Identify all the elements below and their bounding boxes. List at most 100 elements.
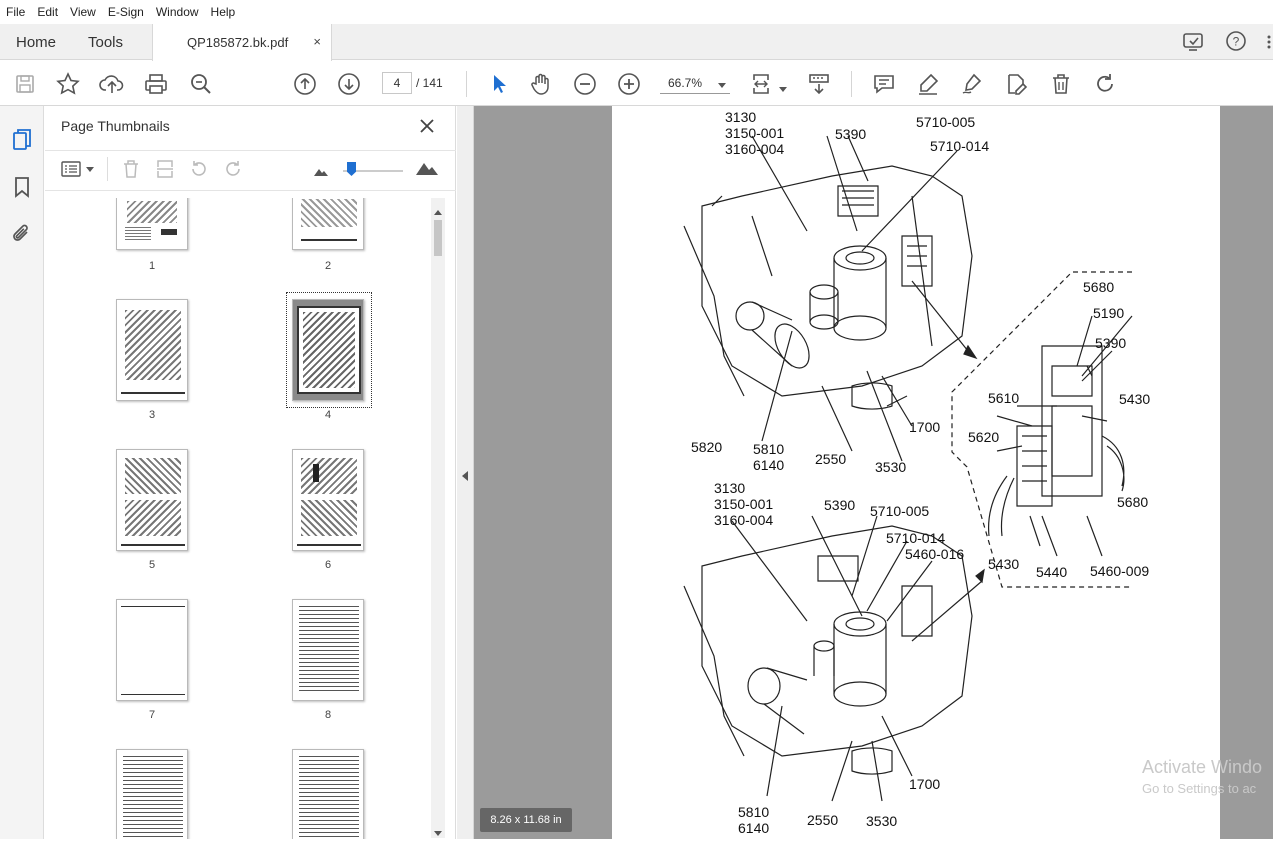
callout-label: 5390 <box>1095 335 1127 351</box>
callout-label: 3130 3150-001 3160-004 <box>714 480 774 528</box>
callout-label: 3130 3150-001 3160-004 <box>725 109 785 157</box>
thumbnail-page-10[interactable] <box>292 749 364 839</box>
callout-label: 5710-005 <box>870 503 930 519</box>
rotate-left-icon[interactable] <box>189 159 209 184</box>
pdf-page: 3130 3150-001 3160-004 5390 5710-005 571… <box>612 106 1220 839</box>
callout-label: 3530 <box>875 459 907 475</box>
extract-page-icon[interactable] <box>155 159 175 184</box>
close-panel-icon[interactable] <box>419 118 435 139</box>
callout-label: 5190 <box>1093 305 1125 321</box>
callout-label: 5440 <box>1036 564 1068 580</box>
highlight-pen-icon[interactable] <box>915 71 941 97</box>
callout-label: 5610 <box>988 390 1020 406</box>
thumbnail-page-8[interactable] <box>292 599 364 701</box>
fit-page-icon[interactable] <box>750 71 776 97</box>
upload-cloud-icon[interactable] <box>99 71 125 97</box>
divider <box>45 190 456 191</box>
bookmark-star-icon[interactable] <box>55 71 81 97</box>
menu-file[interactable]: File <box>0 5 31 19</box>
select-cursor-icon[interactable] <box>486 71 512 97</box>
attachments-icon[interactable] <box>12 222 32 249</box>
more-icon[interactable] <box>1266 34 1272 50</box>
thumbnail-label: 8 <box>324 709 332 721</box>
menu-esign[interactable]: E-Sign <box>102 5 150 19</box>
bookmarks-icon[interactable] <box>14 176 30 203</box>
page-number-input[interactable]: 4 <box>382 72 412 94</box>
menu-view[interactable]: View <box>64 5 102 19</box>
edit-pdf-icon[interactable] <box>1003 71 1029 97</box>
toolbar-separator <box>851 71 852 97</box>
callout-label: 1700 <box>909 776 941 792</box>
thumbnail-label: 5 <box>148 559 156 571</box>
thumbnail-page-2[interactable] <box>292 198 364 250</box>
comment-icon[interactable] <box>871 71 897 97</box>
fit-dropdown-icon[interactable] <box>779 80 787 98</box>
redo-icon[interactable] <box>1092 71 1118 97</box>
save-icon[interactable] <box>12 71 38 97</box>
callout-label: 5430 <box>1119 391 1151 407</box>
small-thumbnails-icon[interactable] <box>313 164 329 182</box>
delete-icon[interactable] <box>1048 71 1074 97</box>
draw-sign-icon[interactable] <box>959 71 985 97</box>
thumbnail-page-4[interactable] <box>292 299 364 401</box>
tab-tools[interactable]: Tools <box>88 24 123 60</box>
thumbnail-page-3[interactable] <box>116 299 188 401</box>
share-screen-icon[interactable] <box>1182 32 1206 52</box>
panel-collapse-strip[interactable] <box>457 106 474 839</box>
print-icon[interactable] <box>143 71 169 97</box>
scroll-down-icon[interactable] <box>434 824 442 842</box>
zoom-level-select[interactable]: 66.7% <box>660 72 730 94</box>
page-total: / 141 <box>416 76 443 90</box>
zoom-out-icon[interactable] <box>572 71 598 97</box>
help-icon[interactable]: ? <box>1225 30 1247 52</box>
menu-edit[interactable]: Edit <box>31 5 64 19</box>
callout-label: 2550 <box>807 812 839 828</box>
callout-label: 3530 <box>866 813 898 829</box>
tab-document[interactable]: QP185872.bk.pdf × <box>152 24 332 61</box>
callout-label: 5810 6140 <box>738 804 770 836</box>
toolbar-separator <box>466 71 467 97</box>
thumbnail-page-5[interactable] <box>116 449 188 551</box>
chevron-down-icon <box>718 78 726 92</box>
scroll-mode-icon[interactable] <box>806 71 832 97</box>
callout-label: 5710-005 <box>916 114 976 130</box>
callout-label: 5430 <box>988 556 1020 572</box>
scrollbar-thumb[interactable] <box>434 220 442 256</box>
collapse-arrow-icon[interactable] <box>462 468 468 486</box>
callout-label: 5460-016 <box>905 546 965 562</box>
panel-title: Page Thumbnails <box>61 118 170 134</box>
toolbar: 4 / 141 66.7% <box>0 61 1273 106</box>
previous-page-icon[interactable] <box>292 71 318 97</box>
slider-handle[interactable] <box>347 162 356 176</box>
thumbnail-page-9[interactable] <box>116 749 188 839</box>
callout-label: 5820 <box>691 439 723 455</box>
callout-label: 5460-009 <box>1090 563 1150 579</box>
next-page-icon[interactable] <box>336 71 362 97</box>
find-zoom-icon[interactable] <box>188 71 214 97</box>
callout-label: 5810 6140 <box>753 441 785 473</box>
thumbnail-label: 1 <box>148 260 156 272</box>
thumbnail-page-1[interactable] <box>116 198 188 250</box>
svg-text:?: ? <box>1233 35 1240 49</box>
menu-help[interactable]: Help <box>205 5 242 19</box>
thumbnail-options-icon[interactable] <box>61 160 97 183</box>
hand-tool-icon[interactable] <box>528 71 554 97</box>
menu-window[interactable]: Window <box>150 5 205 19</box>
rotate-right-icon[interactable] <box>223 159 243 184</box>
divider <box>45 150 456 151</box>
thumbnail-label: 2 <box>324 260 332 272</box>
thumbnail-page-7[interactable] <box>116 599 188 701</box>
page-size-badge: 8.26 x 11.68 in <box>480 808 572 832</box>
document-viewer[interactable]: 3130 3150-001 3160-004 5390 5710-005 571… <box>474 106 1273 839</box>
zoom-in-icon[interactable] <box>616 71 642 97</box>
thumbnail-page-6[interactable] <box>292 449 364 551</box>
close-tab-icon[interactable]: × <box>313 34 321 49</box>
thumbnail-list: 1 2 3 4 5 6 7 8 <box>45 198 430 839</box>
activate-windows-subtext: Go to Settings to ac <box>1142 781 1257 796</box>
scroll-up-icon[interactable] <box>434 203 442 221</box>
large-thumbnails-icon[interactable] <box>415 160 439 181</box>
delete-page-icon[interactable] <box>121 159 141 184</box>
page-thumbnails-icon[interactable] <box>11 128 33 157</box>
tab-home[interactable]: Home <box>16 24 56 60</box>
thumbnail-scrollbar[interactable] <box>431 198 445 838</box>
